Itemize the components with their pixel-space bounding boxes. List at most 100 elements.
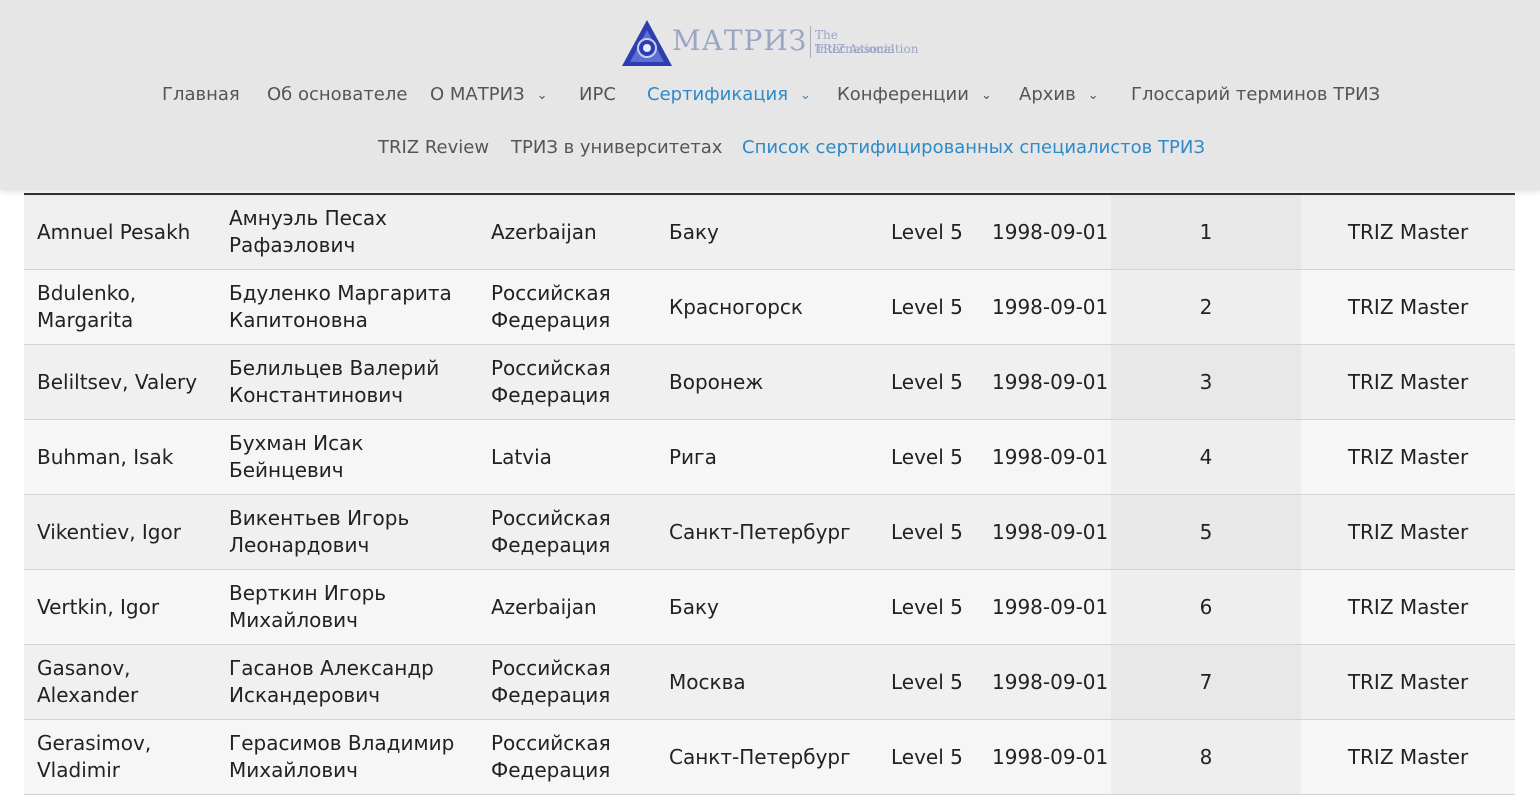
cell-level: Level 5: [878, 644, 979, 720]
cell-date: 1998-09-01: [979, 569, 1111, 645]
cell-name-en: Bdulenko, Margarita: [24, 269, 216, 345]
cell-name-ru: Бдуленко Маргарита Капитоновна: [216, 269, 478, 345]
cell-title: TRIZ Master: [1301, 195, 1515, 270]
certified-specialists-table: Amnuel Pesakh Амнуэль Песах Рафаэлович A…: [24, 195, 1515, 795]
cell-level: Level 5: [878, 569, 979, 645]
cell-city: Москва: [656, 644, 878, 720]
table-row: Vikentiev, Igor Викентьев Игорь Леонардо…: [24, 494, 1515, 570]
nav-item-home[interactable]: Главная: [162, 80, 240, 110]
cell-name-ru: Герасимов Владимир Михайлович: [216, 719, 478, 795]
cell-number: 2: [1111, 269, 1301, 345]
cell-title: TRIZ Master: [1301, 269, 1515, 345]
cell-city: Красногорск: [656, 269, 878, 345]
nav-item-glossary[interactable]: Глоссарий терминов ТРИЗ: [1131, 80, 1380, 110]
cell-title: TRIZ Master: [1301, 569, 1515, 645]
cell-country: Российская Федерация: [478, 719, 656, 795]
logo-divider: [810, 26, 811, 58]
cell-name-ru: Верткин Игорь Михайлович: [216, 569, 478, 645]
cell-number: 7: [1111, 644, 1301, 720]
site-logo[interactable]: МАТРИЗ The International TRIZ Associatio…: [620, 18, 920, 68]
nav-item-triz-universities[interactable]: ТРИЗ в университетах: [511, 133, 722, 163]
cell-number: 1: [1111, 195, 1301, 270]
main-nav-row-1: Главная Об основателе О МАТРИЗ ⌄ ИРС Серт…: [0, 80, 1540, 110]
cell-name-ru: Бухман Исак Бейнцевич: [216, 419, 478, 495]
nav-item-irs[interactable]: ИРС: [579, 80, 616, 110]
cell-city: Баку: [656, 569, 878, 645]
cell-city: Санкт-Петербург: [656, 719, 878, 795]
nav-item-certification-label: Сертификация: [647, 84, 789, 105]
cell-city: Баку: [656, 195, 878, 270]
nav-item-certified-list[interactable]: Список сертифицированных специалистов ТР…: [742, 133, 1205, 163]
cell-date: 1998-09-01: [979, 494, 1111, 570]
table-row: Vertkin, Igor Верткин Игорь Михайлович A…: [24, 569, 1515, 645]
table-row: Gasanov, Alexander Гасанов Александр Иск…: [24, 644, 1515, 720]
cell-name-ru: Викентьев Игорь Леонардович: [216, 494, 478, 570]
cell-number: 3: [1111, 344, 1301, 420]
cell-level: Level 5: [878, 494, 979, 570]
cell-date: 1998-09-01: [979, 419, 1111, 495]
table-row: Beliltsev, Valery Белильцев Валерий Конс…: [24, 344, 1515, 420]
cell-country: Российская Федерация: [478, 494, 656, 570]
cell-date: 1998-09-01: [979, 195, 1111, 270]
cell-name-en: Vertkin, Igor: [24, 569, 216, 645]
table-row: Gerasimov, Vladimir Герасимов Владимир М…: [24, 719, 1515, 795]
cell-city: Рига: [656, 419, 878, 495]
nav-item-about[interactable]: О МАТРИЗ ⌄: [430, 80, 548, 112]
cell-country: Azerbaijan: [478, 569, 656, 645]
cell-name-en: Vikentiev, Igor: [24, 494, 216, 570]
cell-country: Российская Федерация: [478, 269, 656, 345]
cell-name-en: Amnuel Pesakh: [24, 195, 216, 270]
cell-date: 1998-09-01: [979, 644, 1111, 720]
cell-date: 1998-09-01: [979, 344, 1111, 420]
logo-subtitle-line2: TRIZ Association: [815, 42, 919, 56]
nav-item-certification[interactable]: Сертификация ⌄: [647, 80, 811, 112]
chevron-down-icon: ⌄: [980, 88, 992, 103]
cell-date: 1998-09-01: [979, 719, 1111, 795]
site-header: МАТРИЗ The International TRIZ Associatio…: [0, 0, 1540, 190]
cell-name-en: Gasanov, Alexander: [24, 644, 216, 720]
cell-title: TRIZ Master: [1301, 644, 1515, 720]
cell-country: Российская Федерация: [478, 644, 656, 720]
cell-city: Санкт-Петербург: [656, 494, 878, 570]
cell-title: TRIZ Master: [1301, 344, 1515, 420]
chevron-down-icon: ⌄: [1087, 88, 1099, 103]
logo-name: МАТРИЗ: [672, 24, 808, 57]
chevron-down-icon: ⌄: [800, 88, 811, 103]
nav-item-conferences[interactable]: Конференции ⌄: [837, 80, 992, 112]
cell-date: 1998-09-01: [979, 269, 1111, 345]
cell-level: Level 5: [878, 344, 979, 420]
cell-name-ru: Амнуэль Песах Рафаэлович: [216, 195, 478, 270]
cell-country: Azerbaijan: [478, 195, 656, 270]
nav-item-about-label: О МАТРИЗ: [430, 84, 525, 105]
chevron-down-icon: ⌄: [536, 88, 548, 103]
nav-item-founder[interactable]: Об основателе: [267, 80, 407, 110]
cell-name-en: Buhman, Isak: [24, 419, 216, 495]
cell-level: Level 5: [878, 719, 979, 795]
cell-name-ru: Гасанов Александр Искандерович: [216, 644, 478, 720]
main-nav-row-2: TRIZ Review ТРИЗ в университетах Список …: [0, 133, 1540, 163]
cell-name-ru: Белильцев Валерий Константинович: [216, 344, 478, 420]
cell-number: 8: [1111, 719, 1301, 795]
table-row: Bdulenko, Margarita Бдуленко Маргарита К…: [24, 269, 1515, 345]
cell-country: Российская Федерация: [478, 344, 656, 420]
cell-title: TRIZ Master: [1301, 494, 1515, 570]
cell-number: 6: [1111, 569, 1301, 645]
cell-title: TRIZ Master: [1301, 719, 1515, 795]
cell-name-en: Beliltsev, Valery: [24, 344, 216, 420]
cell-number: 5: [1111, 494, 1301, 570]
cell-level: Level 5: [878, 195, 979, 270]
nav-item-archive-label: Архив: [1019, 84, 1076, 105]
table-row: Buhman, Isak Бухман Исак Бейнцевич Latvi…: [24, 419, 1515, 495]
cell-city: Воронеж: [656, 344, 878, 420]
table-row: Amnuel Pesakh Амнуэль Песах Рафаэлович A…: [24, 195, 1515, 270]
cell-level: Level 5: [878, 419, 979, 495]
cell-country: Latvia: [478, 419, 656, 495]
cell-level: Level 5: [878, 269, 979, 345]
cell-title: TRIZ Master: [1301, 419, 1515, 495]
nav-item-triz-review[interactable]: TRIZ Review: [378, 133, 489, 163]
nav-item-conferences-label: Конференции: [837, 84, 969, 105]
nav-item-archive[interactable]: Архив ⌄: [1019, 80, 1099, 112]
cell-number: 4: [1111, 419, 1301, 495]
logo-triangle-icon: [622, 20, 672, 66]
cell-name-en: Gerasimov, Vladimir: [24, 719, 216, 795]
